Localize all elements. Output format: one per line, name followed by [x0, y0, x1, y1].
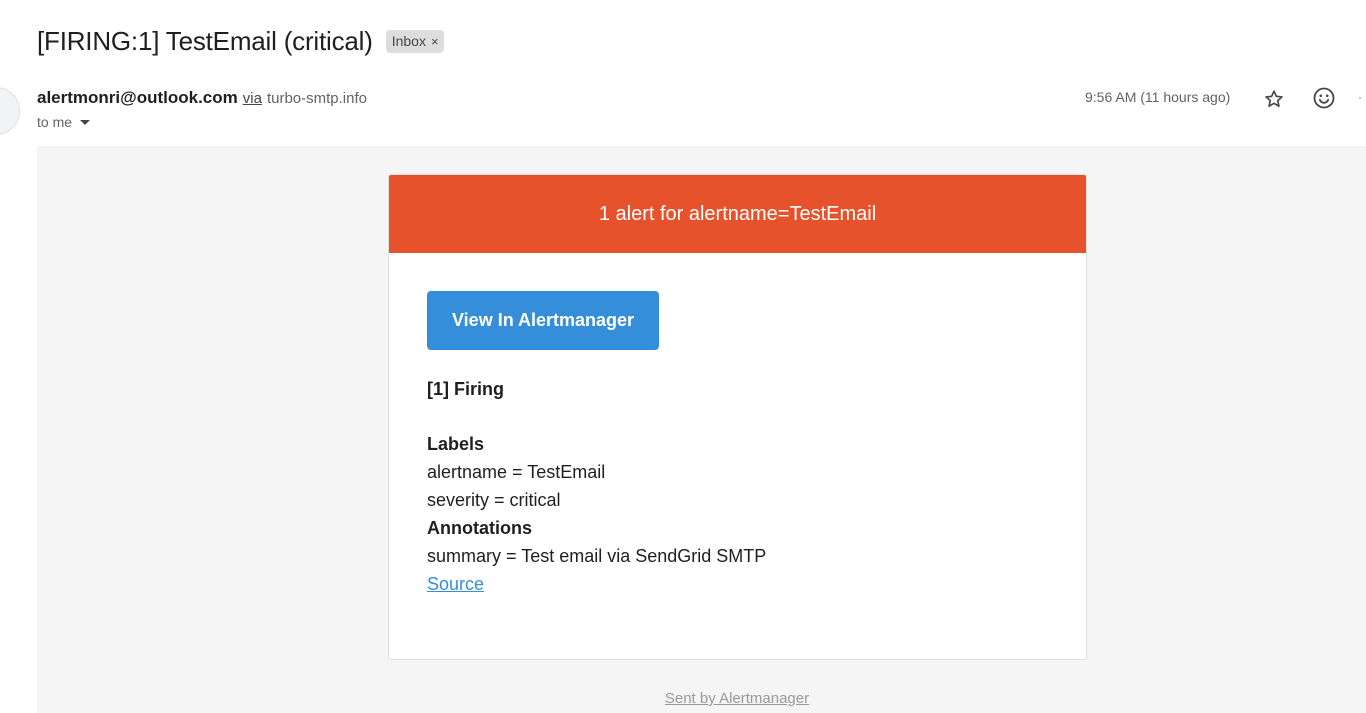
emoji-reaction-button[interactable]: [1312, 86, 1336, 110]
remove-label-button[interactable]: ×: [431, 34, 439, 49]
label-chip-text: Inbox: [391, 33, 426, 49]
source-link[interactable]: Source: [427, 574, 484, 594]
label-severity: severity = critical: [427, 490, 561, 510]
emoji-icon: [1313, 87, 1335, 109]
email-body: 1 alert for alertname=TestEmail View In …: [37, 146, 1366, 713]
email-subject: [FIRING:1] TestEmail (critical): [37, 26, 373, 56]
star-button[interactable]: [1262, 87, 1286, 111]
via-domain: turbo-smtp.info: [266, 90, 367, 107]
avatar[interactable]: [0, 87, 20, 135]
star-icon: [1265, 90, 1283, 107]
alert-card: 1 alert for alertname=TestEmail View In …: [388, 174, 1087, 660]
alert-content: View In Alertmanager [1] Firing Labels a…: [389, 253, 1086, 598]
alert-header: 1 alert for alertname=TestEmail: [389, 175, 1086, 253]
via-link[interactable]: via: [243, 90, 262, 107]
subject-row: [FIRING:1] TestEmail (critical) Inbox ×: [37, 26, 444, 57]
alert-details: Labels alertname = TestEmail severity = …: [427, 430, 1048, 598]
annotations-title: Annotations: [427, 518, 532, 538]
view-in-alertmanager-button[interactable]: View In Alertmanager: [427, 291, 660, 350]
email-view: [FIRING:1] TestEmail (critical) Inbox × …: [0, 0, 1366, 713]
annotation-summary: summary = Test email via SendGrid SMTP: [427, 546, 767, 566]
recipient-text: to me: [37, 114, 73, 130]
firing-title: [1] Firing: [427, 379, 504, 399]
chevron-down-icon: [80, 119, 91, 125]
inbox-label-chip[interactable]: Inbox ×: [385, 30, 444, 53]
email-timestamp: 9:56 AM (11 hours ago): [1085, 89, 1231, 105]
sender-email[interactable]: alertmonri@outlook.com: [37, 88, 238, 108]
footer: Sent by Alertmanager: [37, 690, 1366, 708]
recipient-details-toggle[interactable]: to me: [37, 114, 91, 130]
more-options-button[interactable]: [1358, 86, 1366, 110]
sent-by-alertmanager-link[interactable]: Sent by Alertmanager: [665, 690, 809, 707]
sender-row: alertmonri@outlook.com via turbo-smtp.in…: [37, 88, 367, 108]
label-alertname: alertname = TestEmail: [427, 462, 606, 482]
labels-title: Labels: [427, 434, 485, 454]
more-icon: [1359, 97, 1361, 99]
